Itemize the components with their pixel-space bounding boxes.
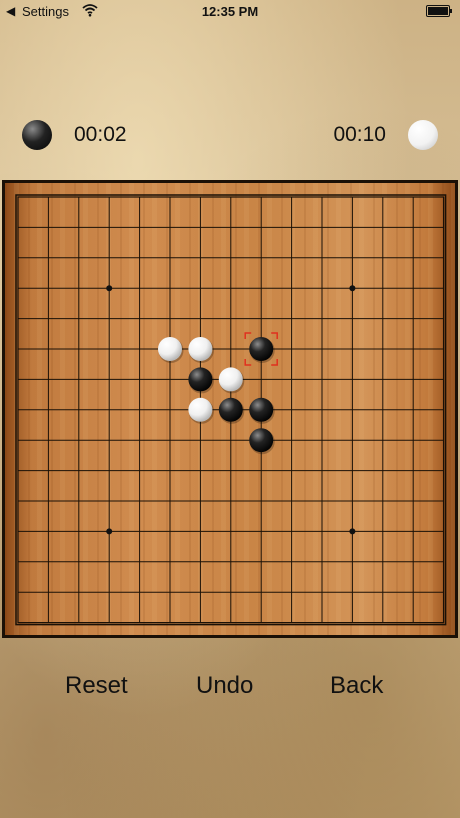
star-point [106,528,113,535]
black-stone [249,397,274,422]
white-stone [188,337,213,361]
action-buttons: Reset Undo Back [0,672,460,712]
star-point [106,285,113,292]
black-stone [188,367,213,392]
reset-button[interactable]: Reset [65,672,128,700]
undo-button[interactable]: Undo [196,672,253,700]
status-bar: ◀ Settings 12:35 PM [0,0,460,24]
back-button[interactable]: Back [330,672,383,700]
white-time: 00:10 [333,123,386,146]
game-board[interactable] [2,180,458,638]
white-stone [188,397,213,422]
white-stone-icon [408,120,438,150]
board-grid[interactable] [5,183,455,635]
white-stone [158,337,182,361]
black-stone-icon [22,120,52,150]
star-point [349,528,356,535]
black-stone [249,337,274,361]
battery-icon [426,5,452,17]
white-stone [218,367,243,392]
status-time: 12:35 PM [201,4,259,19]
star-point [349,285,356,292]
black-time: 00:02 [74,123,127,146]
black-stone [218,397,243,422]
black-stone [249,428,274,453]
